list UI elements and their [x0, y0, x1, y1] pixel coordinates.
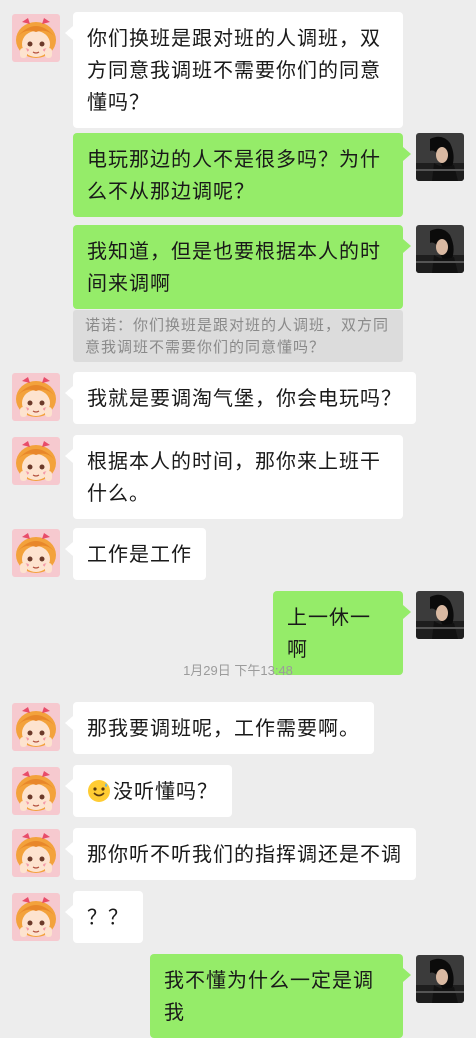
cartoon-girl-avatar-icon — [12, 893, 60, 941]
my-avatar[interactable] — [416, 225, 464, 273]
contact-avatar[interactable] — [12, 767, 60, 815]
contact-avatar[interactable] — [12, 437, 60, 485]
message-text: 根据本人的时间，那你来上班干什么。 — [87, 449, 381, 505]
cartoon-girl-avatar-icon — [12, 373, 60, 421]
sweat-smile-emoji-icon — [88, 780, 110, 802]
message-bubble[interactable]: ？？ — [65, 891, 143, 943]
message-bubble[interactable]: 没听懂吗？ — [65, 765, 232, 817]
message-bubble[interactable]: 工作是工作 — [65, 528, 206, 580]
contact-avatar[interactable] — [12, 829, 60, 877]
message-text: 我知道，但是也要根据本人的时间来调啊 — [87, 239, 381, 295]
cartoon-girl-avatar-icon — [12, 767, 60, 815]
contact-avatar[interactable] — [12, 14, 60, 62]
contact-avatar[interactable] — [12, 529, 60, 577]
message-bubble[interactable]: 根据本人的时间，那你来上班干什么。 — [65, 435, 403, 519]
message-bubble[interactable]: 那我要调班呢，工作需要啊。 — [65, 702, 374, 754]
my-avatar[interactable] — [416, 955, 464, 1003]
message-text: 那你听不听我们的指挥调还是不调 — [87, 842, 402, 866]
message-bubble[interactable]: 我知道，但是也要根据本人的时间来调啊 — [73, 225, 411, 309]
dark-hair-photo-avatar-icon — [416, 955, 464, 1003]
message-text: 我就是要调淘气堡，你会电玩吗？ — [87, 386, 402, 410]
message-bubble[interactable]: 我就是要调淘气堡，你会电玩吗？ — [65, 372, 416, 424]
cartoon-girl-avatar-icon — [12, 829, 60, 877]
cartoon-girl-avatar-icon — [12, 703, 60, 751]
quoted-message[interactable]: 诺诺：你们换班是跟对班的人调班，双方同意我调班不需要你们的同意懂吗？ — [73, 310, 403, 362]
message-text: 没听懂吗？ — [113, 779, 218, 803]
chat-area[interactable]: 你们换班是跟对班的人调班，双方同意我调班不需要你们的同意懂吗？ 电玩那边的人不是… — [0, 0, 476, 1038]
cartoon-girl-avatar-icon — [12, 529, 60, 577]
contact-avatar[interactable] — [12, 703, 60, 751]
message-bubble[interactable]: 你们换班是跟对班的人调班，双方同意我调班不需要你们的同意懂吗？ — [65, 12, 403, 128]
cartoon-girl-avatar-icon — [12, 437, 60, 485]
message-bubble[interactable]: 那你听不听我们的指挥调还是不调 — [65, 828, 416, 880]
message-bubble[interactable]: 电玩那边的人不是很多吗？为什么不从那边调呢？ — [73, 133, 411, 217]
message-text: 上一休一啊 — [287, 605, 371, 661]
quote-text: 诺诺：你们换班是跟对班的人调班，双方同意我调班不需要你们的同意懂吗？ — [85, 316, 390, 356]
message-text: 电玩那边的人不是很多吗？为什么不从那边调呢？ — [87, 147, 381, 203]
contact-avatar[interactable] — [12, 373, 60, 421]
cartoon-girl-avatar-icon — [12, 14, 60, 62]
dark-hair-photo-avatar-icon — [416, 225, 464, 273]
message-text: 那我要调班呢，工作需要啊。 — [87, 716, 360, 740]
message-bubble[interactable]: 我不懂为什么一定是调我 — [150, 954, 411, 1038]
my-avatar[interactable] — [416, 133, 464, 181]
my-avatar[interactable] — [416, 591, 464, 639]
message-text: 我不懂为什么一定是调我 — [164, 968, 374, 1024]
contact-avatar[interactable] — [12, 893, 60, 941]
dark-hair-photo-avatar-icon — [416, 591, 464, 639]
dark-hair-photo-avatar-icon — [416, 133, 464, 181]
message-text: 你们换班是跟对班的人调班，双方同意我调班不需要你们的同意懂吗？ — [87, 26, 381, 114]
message-text: 工作是工作 — [87, 542, 192, 566]
timestamp: 1月29日 下午13:48 — [183, 663, 293, 678]
message-text: ？？ — [87, 905, 129, 929]
